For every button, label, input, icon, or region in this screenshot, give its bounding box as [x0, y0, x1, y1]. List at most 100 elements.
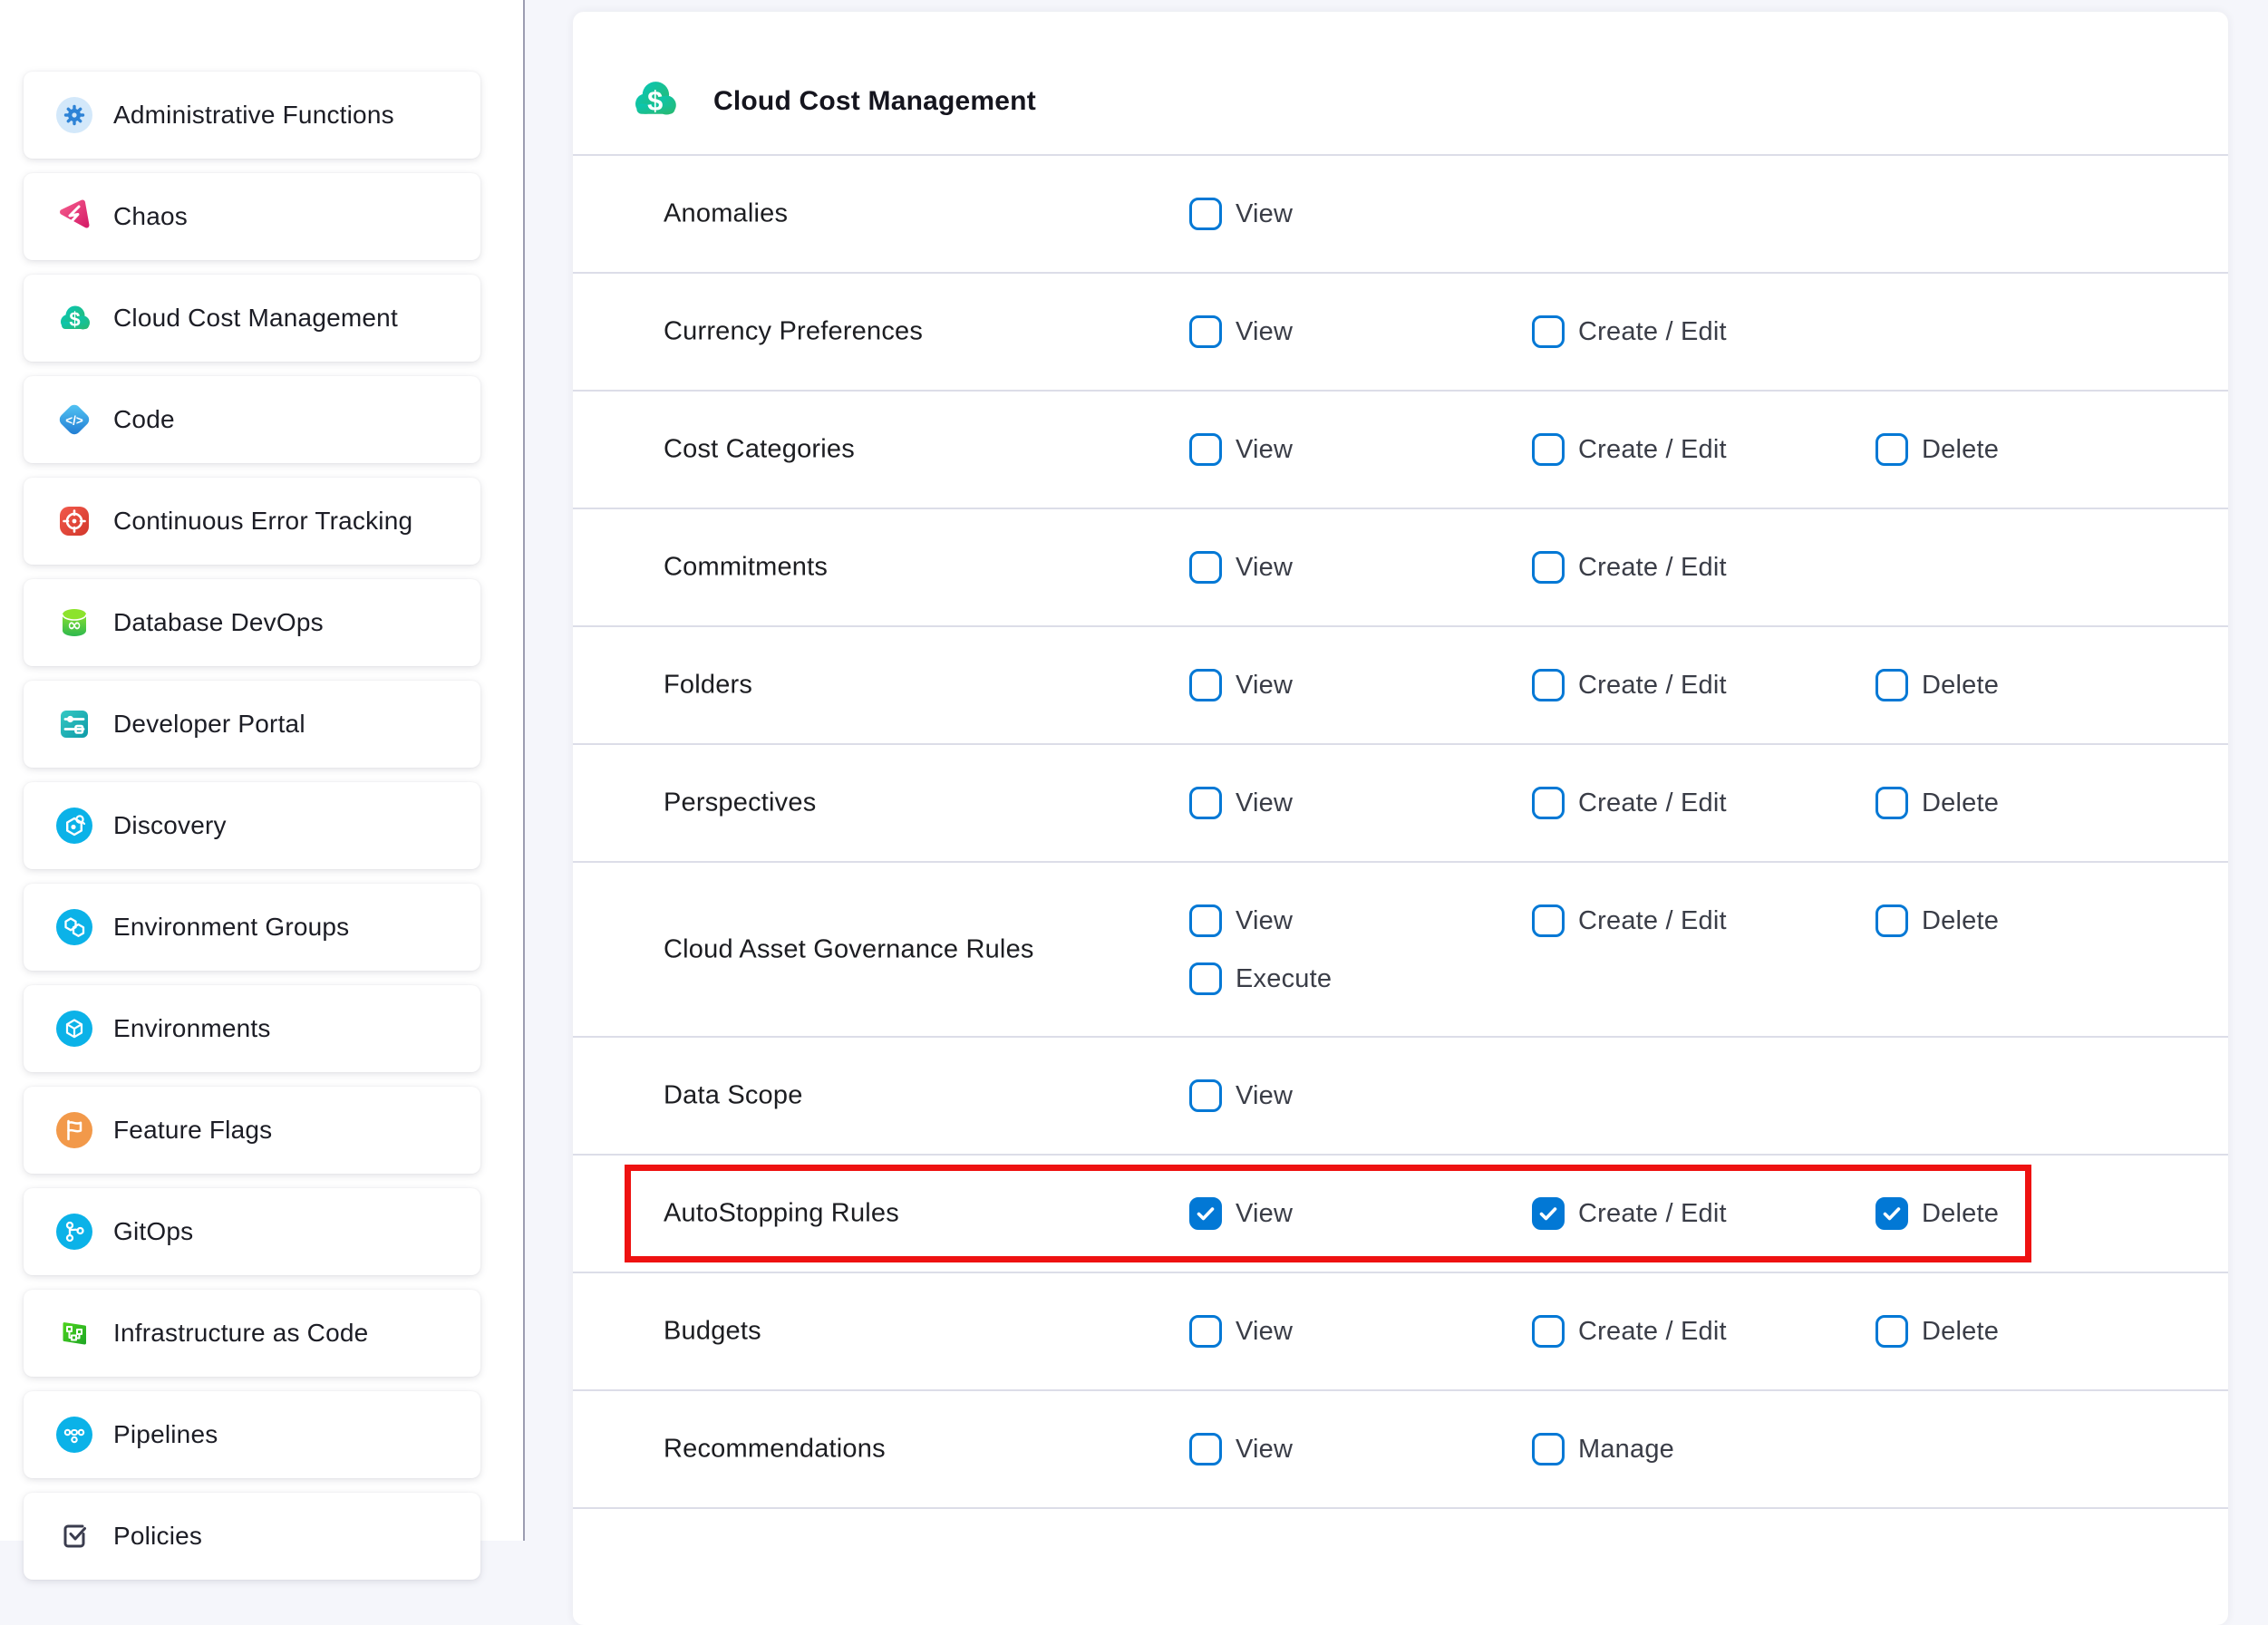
- permission-label: Execute: [1236, 964, 1332, 994]
- permission-label: View: [1236, 199, 1293, 229]
- resource-label: Perspectives: [664, 788, 816, 818]
- permission-delete[interactable]: Delete: [1875, 904, 1999, 937]
- permission-create-edit[interactable]: Create / Edit: [1532, 1197, 1727, 1230]
- checkbox-unchecked[interactable]: [1875, 669, 1908, 701]
- permission-label: View: [1236, 1199, 1293, 1229]
- permission-view[interactable]: View: [1189, 551, 1293, 584]
- checkbox-unchecked[interactable]: [1189, 1433, 1222, 1465]
- sidebar-item-label: Developer Portal: [113, 710, 473, 739]
- permission-view[interactable]: View: [1189, 433, 1293, 466]
- permission-create-edit[interactable]: Create / Edit: [1532, 669, 1727, 701]
- permission-delete[interactable]: Delete: [1875, 433, 1999, 466]
- checkbox-unchecked[interactable]: [1875, 787, 1908, 819]
- permission-create-edit[interactable]: Create / Edit: [1532, 787, 1727, 819]
- permission-row-partial: [573, 1507, 2228, 1623]
- feature-flags-icon: [56, 1112, 92, 1148]
- checkbox-checked[interactable]: [1875, 1197, 1908, 1230]
- policies-icon: [56, 1518, 92, 1554]
- permission-view[interactable]: View: [1189, 1197, 1293, 1230]
- cloud-cost-icon: $: [629, 112, 680, 128]
- svg-text:∞: ∞: [67, 615, 82, 635]
- permission-execute[interactable]: Execute: [1189, 962, 1332, 995]
- permission-manage[interactable]: Manage: [1532, 1433, 1674, 1465]
- sidebar-item-pipelines[interactable]: Pipelines: [24, 1391, 480, 1478]
- sidebar-item-environment-groups[interactable]: Environment Groups: [24, 884, 480, 971]
- permission-create-edit[interactable]: Create / Edit: [1532, 315, 1727, 348]
- permission-create-edit[interactable]: Create / Edit: [1532, 1315, 1727, 1348]
- cloud-cost-icon: $: [56, 300, 92, 336]
- permission-view[interactable]: View: [1189, 198, 1293, 230]
- permission-create-edit[interactable]: Create / Edit: [1532, 433, 1727, 466]
- checkbox-unchecked[interactable]: [1532, 904, 1565, 937]
- checkbox-unchecked[interactable]: [1189, 433, 1222, 466]
- permission-label: View: [1236, 1081, 1293, 1111]
- sidebar-item-chaos[interactable]: Chaos: [24, 173, 480, 260]
- checkbox-unchecked[interactable]: [1875, 1315, 1908, 1348]
- permission-label: View: [1236, 435, 1293, 465]
- sidebar-item-gitops[interactable]: GitOps: [24, 1188, 480, 1275]
- permission-delete[interactable]: Delete: [1875, 1315, 1999, 1348]
- code-icon: </>: [56, 401, 92, 438]
- permission-label: Manage: [1578, 1435, 1674, 1465]
- permission-create-edit[interactable]: Create / Edit: [1532, 904, 1727, 937]
- permission-label: View: [1236, 1317, 1293, 1347]
- checkbox-unchecked[interactable]: [1532, 315, 1565, 348]
- permission-view[interactable]: View: [1189, 1315, 1293, 1348]
- permission-label: Delete: [1922, 435, 1999, 465]
- checkbox-unchecked[interactable]: [1189, 198, 1222, 230]
- sidebar-item-feature-flags[interactable]: Feature Flags: [24, 1087, 480, 1174]
- permission-create-edit[interactable]: Create / Edit: [1532, 551, 1727, 584]
- sidebar-item-developer-portal[interactable]: Developer Portal: [24, 681, 480, 768]
- permission-delete[interactable]: Delete: [1875, 669, 1999, 701]
- permission-view[interactable]: View: [1189, 904, 1293, 937]
- resource-label: AutoStopping Rules: [664, 1199, 899, 1229]
- sidebar-item-infrastructure-as-code[interactable]: Infrastructure as Code: [24, 1290, 480, 1377]
- sidebar-item-database-devops[interactable]: ∞Database DevOps: [24, 579, 480, 666]
- sidebar-item-administrative-functions[interactable]: Administrative Functions: [24, 72, 480, 159]
- checkbox-unchecked[interactable]: [1189, 669, 1222, 701]
- permission-row-currency-preferences: Currency PreferencesViewCreate / Edit: [573, 272, 2228, 390]
- checkbox-unchecked[interactable]: [1189, 315, 1222, 348]
- checkbox-unchecked[interactable]: [1532, 1433, 1565, 1465]
- checkbox-unchecked[interactable]: [1189, 787, 1222, 819]
- sidebar-item-label: Chaos: [113, 202, 473, 231]
- permission-view[interactable]: View: [1189, 787, 1293, 819]
- checkbox-unchecked[interactable]: [1189, 551, 1222, 584]
- sidebar-item-code[interactable]: </>Code: [24, 376, 480, 463]
- checkbox-unchecked[interactable]: [1875, 433, 1908, 466]
- checkbox-unchecked[interactable]: [1189, 904, 1222, 937]
- sidebar-item-label: Policies: [113, 1522, 473, 1551]
- sidebar-item-policies[interactable]: Policies: [24, 1493, 480, 1580]
- checkbox-unchecked[interactable]: [1189, 1315, 1222, 1348]
- checkbox-unchecked[interactable]: [1532, 787, 1565, 819]
- permission-view[interactable]: View: [1189, 1079, 1293, 1112]
- admin-functions-icon: [56, 97, 92, 133]
- checkbox-unchecked[interactable]: [1189, 962, 1222, 995]
- panel-title: Cloud Cost Management: [713, 86, 1036, 117]
- sidebar-item-environments[interactable]: Environments: [24, 985, 480, 1072]
- sidebar-item-cloud-cost-management[interactable]: $Cloud Cost Management: [24, 275, 480, 362]
- chaos-icon: [56, 198, 92, 235]
- sidebar-item-discovery[interactable]: Discovery: [24, 782, 480, 869]
- checkbox-unchecked[interactable]: [1189, 1079, 1222, 1112]
- permission-view[interactable]: View: [1189, 315, 1293, 348]
- permission-view[interactable]: View: [1189, 669, 1293, 701]
- permission-delete[interactable]: Delete: [1875, 787, 1999, 819]
- resource-label: Commitments: [664, 553, 828, 583]
- checkbox-checked[interactable]: [1532, 1197, 1565, 1230]
- permission-label: Create / Edit: [1578, 788, 1727, 818]
- sidebar-item-continuous-error-tracking[interactable]: Continuous Error Tracking: [24, 478, 480, 565]
- permission-row-folders: FoldersViewCreate / EditDelete: [573, 625, 2228, 743]
- permission-delete[interactable]: Delete: [1875, 1197, 1999, 1230]
- resource-label: Budgets: [664, 1317, 761, 1347]
- permission-row-perspectives: Perspectives View Create / Edit Delete: [573, 743, 2228, 861]
- checkbox-unchecked[interactable]: [1532, 669, 1565, 701]
- checkbox-unchecked[interactable]: [1532, 1315, 1565, 1348]
- permission-label: View: [1236, 906, 1293, 936]
- checkbox-unchecked[interactable]: [1532, 551, 1565, 584]
- checkbox-checked[interactable]: [1189, 1197, 1222, 1230]
- checkbox-unchecked[interactable]: [1532, 433, 1565, 466]
- permission-view[interactable]: View: [1189, 1433, 1293, 1465]
- checkbox-unchecked[interactable]: [1875, 904, 1908, 937]
- sidebar-item-label: Administrative Functions: [113, 101, 473, 130]
